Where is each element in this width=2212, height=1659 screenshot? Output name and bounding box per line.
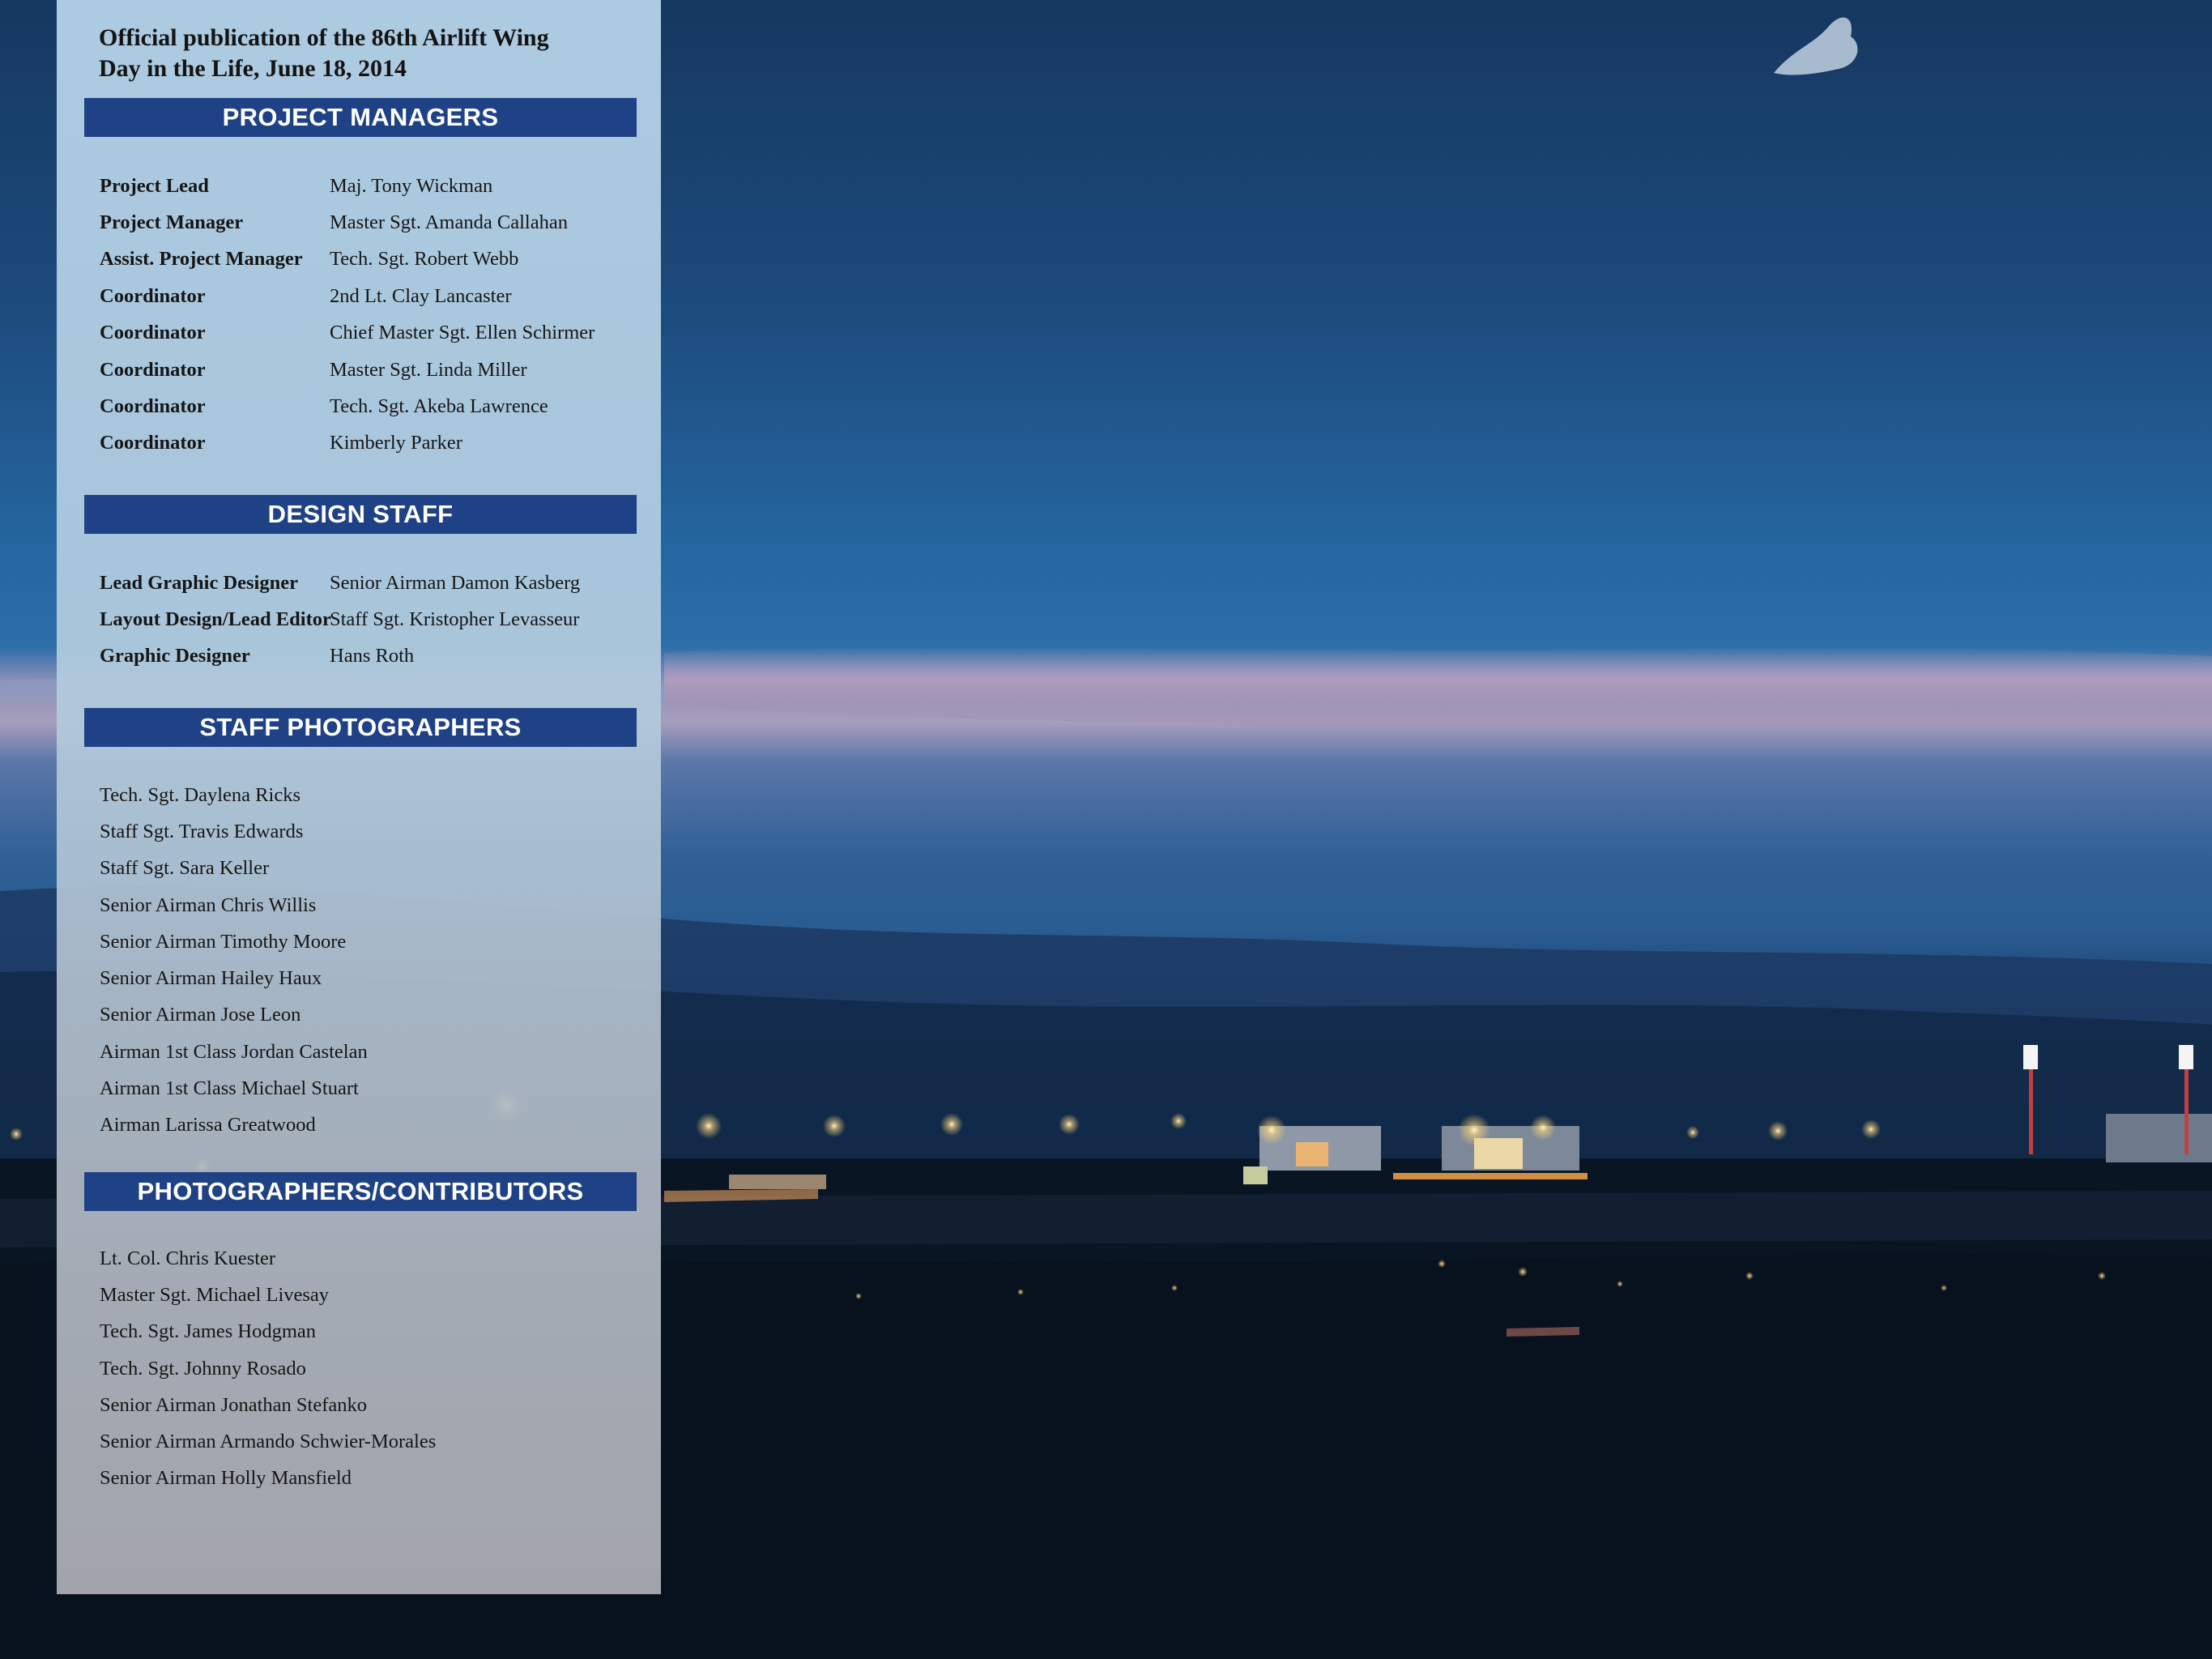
list-item: Senior Airman Jonathan Stefanko [100,1393,368,1416]
publication-line-2: Day in the Life, June 18, 2014 [99,55,407,82]
list-item: Staff Sgt. Travis Edwards [100,820,304,842]
project-managers-list: Project Lead Maj. Tony Wickman Project M… [100,168,650,462]
credit-name: Tech. Sgt. Akeba Lawrence [330,395,548,418]
list-item: Tech. Sgt. Daylena Ricks [100,783,300,806]
credit-role: Graphic Designer [100,645,250,667]
list-item: Master Sgt. Michael Livesay [100,1283,330,1306]
credit-role: Coordinator [100,395,206,418]
list-item: Senior Airman Holly Mansfield [100,1467,352,1490]
contributors-heading: PHOTOGRAPHERS/CONTRIBUTORS [84,1172,637,1211]
credit-role: Project Lead [100,174,209,197]
list-item: Senior Airman Armando Schwier-Morales [100,1431,437,1453]
credit-row: Layout Design/Lead Editor Staff Sgt. Kri… [100,601,650,638]
credit-row: Coordinator Kimberly Parker [100,425,650,462]
credit-name: Master Sgt. Linda Miller [330,358,527,381]
credit-role: Coordinator [100,322,206,344]
credit-row: Lead Graphic Designer Senior Airman Damo… [100,565,650,601]
list-item: Senior Airman Hailey Haux [100,967,322,990]
credit-row: Project Manager Master Sgt. Amanda Calla… [100,204,650,241]
credit-row: Graphic Designer Hans Roth [100,638,650,675]
credit-name: Chief Master Sgt. Ellen Schirmer [330,322,595,344]
credit-role: Coordinator [100,358,206,381]
credit-name: Tech. Sgt. Robert Webb [330,248,519,271]
list-item: Airman 1st Class Jordan Castelan [100,1040,368,1063]
credit-role: Coordinator [100,432,206,454]
list-item: Airman Larissa Greatwood [100,1114,316,1137]
list-item: Senior Airman Chris Willis [100,893,317,916]
credit-row: Coordinator Master Sgt. Linda Miller [100,352,650,388]
credit-name: 2nd Lt. Clay Lancaster [330,284,512,307]
staff-photographers-list: Tech. Sgt. Daylena Ricks Staff Sgt. Trav… [100,777,650,1144]
list-item: Lt. Col. Chris Kuester [100,1247,276,1269]
credit-role: Project Manager [100,211,244,234]
credit-role: Layout Design/Lead Editor [100,608,331,631]
list-item: Tech. Sgt. James Hodgman [100,1320,317,1343]
design-staff-list: Lead Graphic Designer Senior Airman Damo… [100,565,650,675]
list-item: Senior Airman Timothy Moore [100,930,347,953]
credit-name: Senior Airman Damon Kasberg [330,571,581,594]
credits-panel: Official publication of the 86th Airlift… [57,0,661,1594]
credit-name: Hans Roth [330,645,415,667]
credit-row: Assist. Project Manager Tech. Sgt. Rober… [100,241,650,278]
credit-name: Master Sgt. Amanda Callahan [330,211,568,234]
contributors-list: Lt. Col. Chris Kuester Master Sgt. Micha… [100,1240,650,1497]
credit-row: Coordinator Chief Master Sgt. Ellen Schi… [100,315,650,352]
credit-name: Kimberly Parker [330,432,462,454]
credit-name: Maj. Tony Wickman [330,174,493,197]
credit-row: Project Lead Maj. Tony Wickman [100,168,650,204]
credit-row: Coordinator Tech. Sgt. Akeba Lawrence [100,388,650,424]
credit-role: Coordinator [100,284,206,307]
publication-header: Official publication of the 86th Airlift… [99,23,633,84]
credit-name: Staff Sgt. Kristopher Levasseur [330,608,580,631]
design-staff-heading: DESIGN STAFF [84,495,637,534]
credit-row: Coordinator 2nd Lt. Clay Lancaster [100,278,650,314]
publication-line-1: Official publication of the 86th Airlift… [99,24,549,51]
project-managers-heading: PROJECT MANAGERS [84,98,637,137]
list-item: Staff Sgt. Sara Keller [100,857,270,880]
list-item: Senior Airman Jose Leon [100,1004,301,1026]
staff-photographers-heading: STAFF PHOTOGRAPHERS [84,708,637,747]
list-item: Airman 1st Class Michael Stuart [100,1077,359,1100]
credit-role: Assist. Project Manager [100,248,303,271]
list-item: Tech. Sgt. Johnny Rosado [100,1357,306,1380]
credit-role: Lead Graphic Designer [100,571,298,594]
